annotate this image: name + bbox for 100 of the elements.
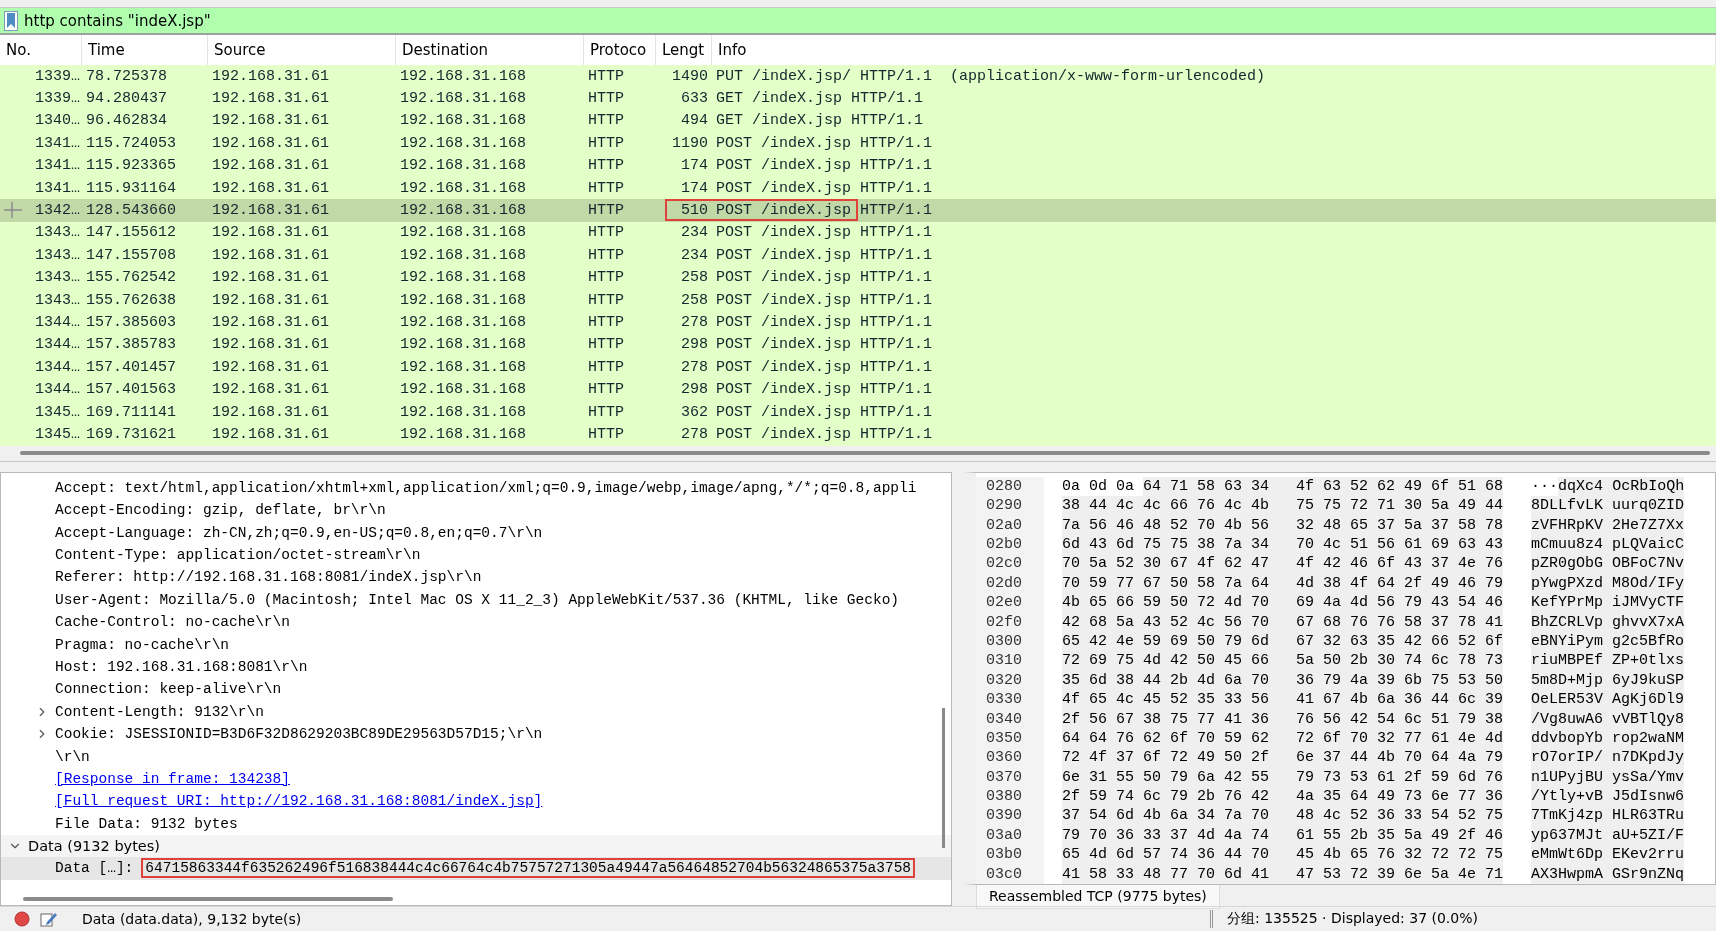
packet-row[interactable]: 1339… 94.280437 192.168.31.61 192.168.31.168 HTTP 633 GET /indeX.jsp HTTP/1.1 — [0, 87, 1716, 110]
packet-row[interactable]: 1344… 157.385603 192.168.31.61 192.168.31.168 HTTP 278 POST /indeX.jsp HTTP/1.1 — [0, 311, 1716, 334]
packet-row[interactable]: 1342… 128.543660 192.168.31.61 192.168.31.168 HTTP 510 POST /indeX.jsp HTTP/1.1 — [0, 199, 1716, 222]
table-cell-text: 192.168.31.168 — [399, 156, 528, 177]
scrollbar-thumb[interactable] — [942, 707, 945, 848]
packet-row[interactable]: 1343… 147.155612 192.168.31.61 192.168.31.168 HTTP 234 POST /indeX.jsp HTTP/1.1 — [0, 221, 1716, 245]
ascii-text: 6yJ9kuSP — [1612, 670, 1685, 690]
hex-bytes: 35 6d 38 44 2b 4d 6a 70 — [1062, 670, 1297, 690]
data-field-row[interactable]: Data […]: 64715863344f635262496f516838444c4c66764c4b75757271305a49447a56464852704b56324865375a3758 — [1, 857, 951, 880]
status-indicator-icon[interactable] — [14, 911, 30, 927]
table-cell-text: 1340… — [34, 111, 81, 132]
table-cell-text: 115.931164 — [85, 178, 177, 199]
offset-label: 0380 — [976, 786, 1044, 807]
table-cell-text: 510 — [680, 201, 709, 222]
packet-row[interactable]: 1343… 155.762638 192.168.31.61 192.168.31.168 HTTP 258 POST /indeX.jsp HTTP/1.1 — [0, 288, 1716, 312]
packet-row[interactable]: 1341… 115.931164 192.168.31.61 192.168.31.168 HTTP 174 POST /indeX.jsp HTTP/1.1 — [0, 176, 1716, 200]
ascii-text: pYwgPXzd — [1531, 573, 1613, 593]
table-cell-text: 192.168.31.168 — [399, 268, 528, 289]
offset-label: 0290 — [976, 496, 1044, 516]
packet-row[interactable]: 1343… 155.762542 192.168.31.61 192.168.31.168 HTTP 258 POST /indeX.jsp HTTP/1.1 — [0, 266, 1716, 289]
frame-link[interactable]: [Response in frame: 134238] — [55, 770, 290, 787]
bookmark-icon[interactable] — [4, 10, 18, 31]
hex-bytes: 72 69 75 4d 42 50 45 66 — [1062, 651, 1297, 671]
ascii-text: OcRbIoQh — [1612, 476, 1685, 497]
table-cell-text: 192.168.31.168 — [399, 223, 528, 244]
table-cell-text: 1343… — [34, 268, 81, 289]
edit-icon[interactable] — [40, 911, 58, 927]
table-cell-text: 494 — [680, 111, 709, 132]
table-cell-text: 258 — [680, 290, 709, 311]
ascii-text: OBFoC7Nv — [1612, 554, 1685, 574]
packet-row[interactable]: 1344… 157.385783 192.168.31.61 192.168.31.168 HTTP 298 POST /indeX.jsp HTTP/1.1 — [0, 333, 1716, 357]
ascii-text: aU+5ZI/F — [1612, 825, 1685, 846]
hex-bytes: 65 42 4e 59 69 50 79 6d — [1062, 631, 1297, 652]
scrollbar-thumb[interactable] — [23, 897, 393, 901]
packet-row[interactable]: 1343… 147.155708 192.168.31.61 192.168.31.168 HTTP 234 POST /indeX.jsp HTTP/1.1 — [0, 244, 1716, 267]
table-cell-text: HTTP — [587, 223, 625, 244]
display-filter-bar[interactable]: http contains "indeX.jsp" — [0, 8, 1716, 35]
hex-bytes: 38 44 4c 4c 66 76 4c 4b — [1062, 496, 1297, 516]
display-filter-field[interactable]: http contains "indeX.jsp" — [24, 11, 1716, 30]
hex-bytes: 47 53 72 39 6e 5a 4e 71 — [1296, 864, 1504, 884]
table-cell-text: POST /indeX.jsp HTTP/1.1 — [715, 245, 934, 266]
ascii-text: n7DKpdJy — [1612, 748, 1685, 768]
packet-row[interactable]: 1341… 115.724053 192.168.31.61 192.168.31.168 HTTP 1190 POST /indeX.jsp HTTP/1.1 — [0, 132, 1716, 155]
hex-bytes: 4f 42 46 6f 43 37 4e 76 — [1296, 554, 1504, 574]
ascii-text: zVFHRpKV — [1531, 515, 1613, 535]
table-cell-text: 1339… — [34, 89, 81, 110]
hex-bytes: 67 32 63 35 42 66 52 6f — [1296, 631, 1504, 652]
table-cell-text: 192.168.31.61 — [211, 133, 331, 154]
table-cell-text: 155.762638 — [85, 290, 177, 311]
table-cell-text: 192.168.31.168 — [399, 111, 528, 132]
ascii-text: ZP+0tlxs — [1612, 651, 1685, 671]
packet-row[interactable]: 1340… 96.462834 192.168.31.61 192.168.31.168 HTTP 494 GET /indeX.jsp HTTP/1.1 — [0, 109, 1716, 133]
table-cell-text: 234 — [680, 245, 709, 266]
table-cell-text: POST /indeX.jsp HTTP/1.1 — [715, 380, 934, 401]
table-cell-text: HTTP — [587, 66, 625, 87]
table-cell-text: 1339… — [34, 66, 81, 87]
hex-bytes: 36 79 4a 39 6b 75 53 50 — [1296, 670, 1504, 690]
table-cell-text: 633 — [680, 89, 709, 110]
table-cell-text: HTTP — [587, 313, 625, 333]
table-cell-text: 1343… — [34, 245, 81, 266]
header-field: Content-Type: application/octet-stream\r\n — [55, 547, 421, 563]
table-cell-text: 157.385783 — [85, 335, 177, 356]
table-cell-text: 192.168.31.61 — [211, 424, 331, 445]
tree-node-label[interactable]: Data (9132 bytes) — [28, 838, 160, 855]
table-cell-text: 192.168.31.61 — [211, 380, 331, 401]
table-cell-text: 192.168.31.168 — [399, 178, 528, 199]
packet-row[interactable]: 1344… 157.401563 192.168.31.61 192.168.31.168 HTTP 298 POST /indeX.jsp HTTP/1.1 — [0, 378, 1716, 401]
offset-label: 0340 — [976, 709, 1044, 729]
frame-link[interactable]: [Full request URI: http://192.168.31.168:8081/indeX.jsp] — [55, 793, 543, 810]
hex-bytes: 4b 65 66 59 50 72 4d 70 — [1062, 593, 1297, 613]
table-cell-text: 192.168.31.168 — [399, 245, 528, 266]
hex-bytes: 42 68 5a 43 52 4c 56 70 — [1062, 612, 1297, 632]
packet-count: 分组: 135525 · Displayed: 37 (0.0%) — [1210, 910, 1478, 928]
packet-row[interactable]: 1345… 169.731621 192.168.31.61 192.168.31.168 HTTP 278 POST /indeX.jsp HTTP/1.1 — [0, 423, 1716, 446]
ascii-text: 8DLLfvLK — [1531, 496, 1613, 516]
scrollbar-thumb[interactable] — [20, 451, 1710, 456]
packet-row[interactable]: 1344… 157.401457 192.168.31.61 192.168.31.168 HTTP 278 POST /indeX.jsp HTTP/1.1 — [0, 356, 1716, 379]
table-cell-text: 192.168.31.61 — [211, 290, 331, 311]
offset-label: 02c0 — [976, 554, 1044, 574]
packet-row[interactable]: 1341… 115.923365 192.168.31.61 192.168.31.168 HTTP 174 POST /indeX.jsp HTTP/1.1 — [0, 154, 1716, 177]
hex-bytes: 61 55 2b 35 5a 49 2f 46 — [1296, 825, 1504, 846]
table-cell-text: 169.731621 — [85, 424, 177, 445]
status-field-info: Data (data.data), 9,132 byte(s) — [82, 911, 302, 927]
packet-row[interactable]: 1339… 78.725378 192.168.31.61 192.168.31.168 HTTP 1490 PUT /indeX.jsp/ HTTP/1.1 (application/x-www-form-urlencoded) — [0, 65, 1716, 88]
offset-label: 0350 — [976, 728, 1044, 749]
table-cell-text: 1344… — [34, 313, 81, 333]
table-cell-text: 192.168.31.168 — [399, 313, 528, 333]
table-cell-text: HTTP — [587, 424, 625, 445]
ascii-text: BhZCRLVp — [1531, 612, 1613, 632]
table-cell-text: 298 — [680, 335, 709, 356]
packet-row[interactable]: 1345… 169.711141 192.168.31.61 192.168.31.168 HTTP 362 POST /indeX.jsp HTTP/1.1 — [0, 400, 1716, 424]
hex-bytes: 2f 56 67 38 75 77 41 36 — [1062, 709, 1297, 729]
hex-bytes: 4d 38 4f 64 2f 49 46 79 — [1296, 573, 1504, 593]
table-cell-text: HTTP — [587, 156, 625, 177]
table-cell-text: HTTP — [587, 133, 625, 154]
table-cell-text: 192.168.31.168 — [399, 133, 528, 154]
table-cell-text: HTTP — [587, 357, 625, 378]
table-cell-text: POST /indeX.jsp HTTP/1.1 — [715, 223, 934, 244]
table-cell-text: 278 — [680, 313, 709, 333]
ascii-text: AgKj6Dl9 — [1612, 689, 1685, 710]
